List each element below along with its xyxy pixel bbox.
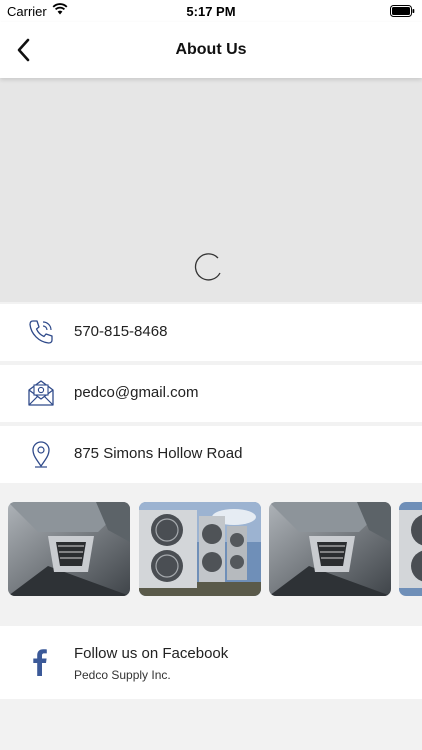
image-gallery[interactable] bbox=[0, 485, 422, 626]
status-time: 5:17 PM bbox=[186, 4, 236, 19]
gallery-image-condensers-2[interactable] bbox=[399, 502, 422, 596]
gallery-image-condensers[interactable] bbox=[139, 502, 261, 596]
page-title: About Us bbox=[175, 41, 247, 58]
facebook-row[interactable]: Follow us on Facebook Pedco Supply Inc. bbox=[0, 626, 422, 699]
facebook-follow-label: Follow us on Facebook bbox=[74, 645, 229, 662]
battery-icon bbox=[390, 5, 415, 17]
email-icon bbox=[28, 380, 54, 406]
facebook-page-name: Pedco Supply Inc. bbox=[74, 668, 171, 682]
email-row[interactable]: pedco@gmail.com bbox=[0, 365, 422, 422]
email-address: pedco@gmail.com bbox=[74, 384, 199, 401]
banner-image-area bbox=[0, 78, 422, 302]
spinner-icon bbox=[194, 253, 221, 281]
street-address: 875 Simons Hollow Road bbox=[74, 445, 243, 462]
navigation-bar: About Us bbox=[0, 22, 422, 78]
gallery-image-diffuser[interactable] bbox=[8, 502, 130, 596]
phone-number: 570-815-8468 bbox=[74, 323, 168, 340]
location-pin-icon bbox=[32, 441, 50, 468]
address-row[interactable]: 875 Simons Hollow Road bbox=[0, 426, 422, 483]
phone-row[interactable]: 570-815-8468 bbox=[0, 304, 422, 361]
gallery-image-diffuser-2[interactable] bbox=[269, 502, 391, 596]
status-bar: Carrier 5:17 PM bbox=[0, 0, 422, 22]
facebook-icon bbox=[33, 649, 47, 676]
phone-icon bbox=[29, 320, 53, 344]
